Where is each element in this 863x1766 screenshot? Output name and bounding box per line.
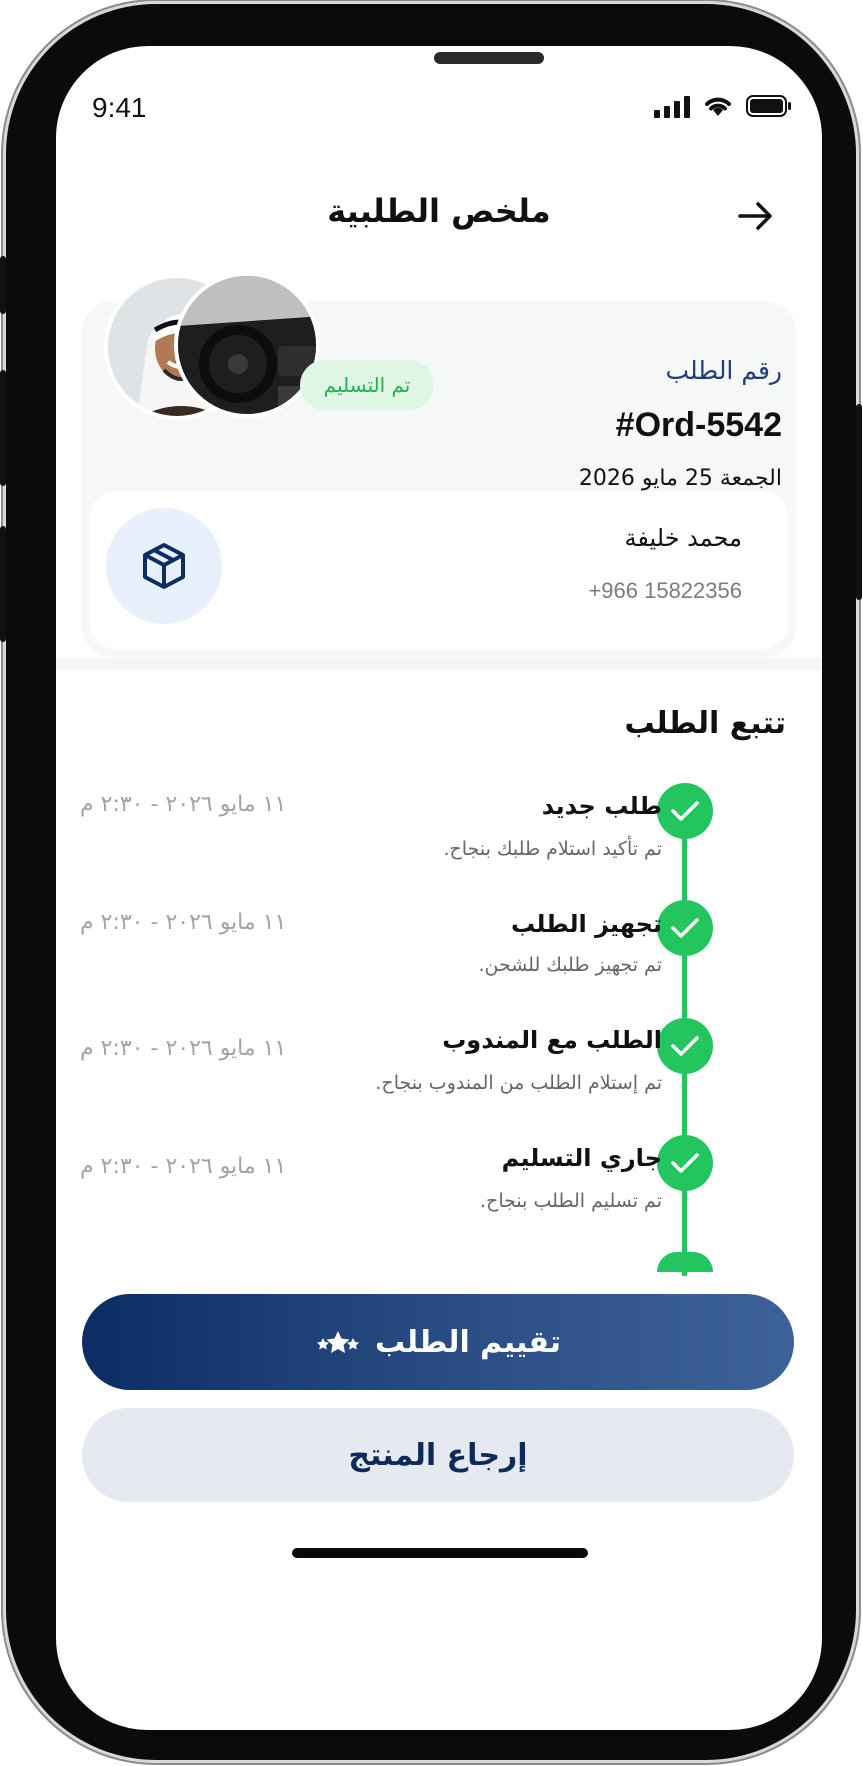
step-check-icon [657, 900, 713, 956]
phone-frame: 9:41 ملخص الطلبية رقم الطلب #Ord-5542 ال… [0, 4, 862, 1760]
status-icons [654, 94, 792, 118]
product-avatar [174, 272, 320, 418]
step-title: تجهيز الطلب [510, 910, 662, 938]
step-desc: تم تأكيد استلام طلبك بنجاح. [443, 838, 663, 860]
section-divider [56, 658, 822, 670]
step-check-icon [657, 1135, 713, 1191]
mute-switch [0, 256, 6, 314]
step-title: طلب جديد [541, 792, 662, 820]
package-icon-circle [106, 508, 222, 624]
page-title: ملخص الطلبية [327, 192, 551, 230]
rate-order-button[interactable]: تقييم الطلب [82, 1294, 794, 1390]
arrow-right-icon[interactable] [736, 198, 776, 234]
battery-icon [746, 95, 791, 117]
step-title: الطلب مع المندوب [442, 1026, 662, 1054]
wifi-icon [705, 97, 731, 116]
tracking-title: تتبع الطلب [624, 706, 786, 741]
step-title: جاري التسليم [501, 1144, 662, 1172]
step-check-icon [657, 1252, 713, 1272]
order-number: #Ord-5542 [615, 406, 782, 444]
signal-icon [654, 96, 690, 118]
app-screen: 9:41 ملخص الطلبية رقم الطلب #Ord-5542 ال… [56, 46, 822, 1730]
volume-up-button [0, 370, 6, 486]
status-badge: تم التسليم [300, 360, 434, 410]
stars-icon [316, 1331, 359, 1353]
step-time: ١١ مايو ٢٠٢٦ - ٢:٣٠ م [80, 1036, 287, 1061]
order-number-label: رقم الطلب [665, 356, 782, 385]
volume-down-button [0, 526, 6, 642]
package-icon [143, 543, 185, 589]
step-time: ١١ مايو ٢٠٢٦ - ٢:٣٠ م [80, 910, 287, 935]
step-desc: تم إستلام الطلب من المندوب بنجاح. [375, 1072, 662, 1094]
order-date: الجمعة 25 مايو 2026 [578, 466, 782, 491]
power-button [856, 404, 862, 600]
step-desc: تم تجهيز طلبك للشحن. [478, 954, 662, 976]
step-desc: تم تسليم الطلب بنجاح. [480, 1190, 662, 1212]
home-indicator[interactable] [292, 1548, 588, 1558]
status-time: 9:41 [92, 92, 147, 123]
step-time: ١١ مايو ٢٠٢٦ - ٢:٣٠ م [80, 792, 287, 817]
return-product-button[interactable]: إرجاع المنتج [82, 1408, 794, 1502]
customer-name: محمد خليفة [624, 524, 742, 552]
rate-order-label: تقييم الطلب [374, 1324, 562, 1360]
step-check-icon [657, 783, 713, 839]
step-time: ١١ مايو ٢٠٢٦ - ٢:٣٠ م [80, 1154, 287, 1179]
step-check-icon [657, 1018, 713, 1074]
customer-phone: +966 15822356 [588, 578, 742, 603]
speaker-notch [434, 52, 544, 64]
